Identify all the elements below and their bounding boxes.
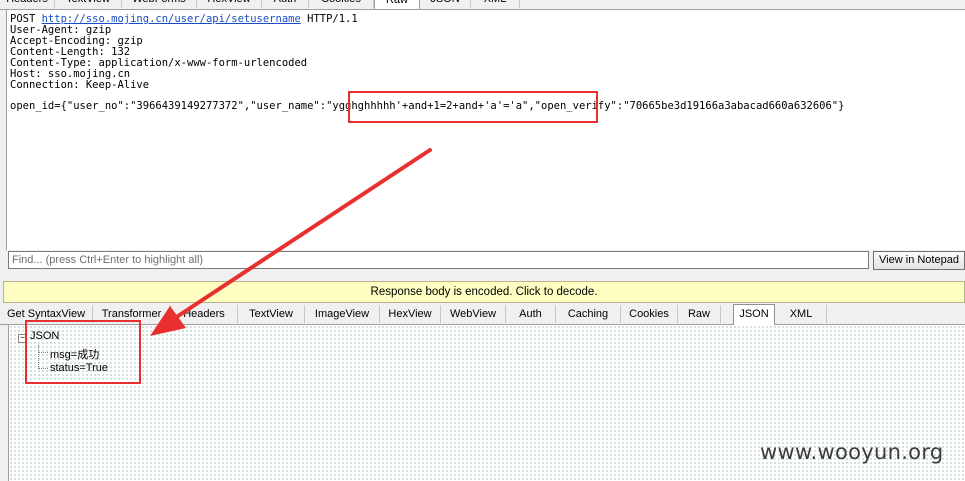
decode-banner[interactable]: Response body is encoded. Click to decod… bbox=[3, 281, 965, 303]
response-highlight-box bbox=[25, 320, 141, 384]
request-header-line: Connection: Keep-Alive bbox=[10, 79, 150, 91]
response-tab-webview[interactable]: WebView bbox=[441, 305, 506, 323]
response-tab-hexview[interactable]: HexView bbox=[380, 305, 441, 323]
injection-highlight-box bbox=[348, 91, 598, 123]
response-tab-caching[interactable]: Caching bbox=[556, 305, 621, 323]
request-protocol: HTTP/1.1 bbox=[300, 13, 358, 25]
request-tab-raw[interactable]: Raw bbox=[374, 0, 420, 9]
request-tab-auth[interactable]: Auth bbox=[262, 0, 309, 8]
response-tab-strip: Get SyntaxView Transformer Headers TextV… bbox=[0, 303, 965, 326]
response-tab-json[interactable]: JSON bbox=[733, 304, 775, 326]
request-tab-textview[interactable]: TextView bbox=[55, 0, 122, 8]
request-tab-webforms[interactable]: WebForms bbox=[122, 0, 197, 8]
response-tab-cookies[interactable]: Cookies bbox=[621, 305, 678, 323]
request-tab-hexview[interactable]: HexView bbox=[197, 0, 262, 8]
response-tab-raw[interactable]: Raw bbox=[678, 305, 721, 323]
response-tab-auth[interactable]: Auth bbox=[506, 305, 556, 323]
response-tab-imageview[interactable]: ImageView bbox=[305, 305, 380, 323]
response-tab-xml[interactable]: XML bbox=[776, 305, 827, 323]
request-tab-json[interactable]: JSON bbox=[420, 0, 471, 8]
find-input[interactable]: Find... (press Ctrl+Enter to highlight a… bbox=[8, 251, 869, 269]
request-tab-headers[interactable]: Headers bbox=[0, 0, 55, 8]
response-tab-headers[interactable]: Headers bbox=[171, 305, 238, 323]
view-in-notepad-button[interactable]: View in Notepad bbox=[873, 251, 965, 270]
request-raw-view[interactable]: POST http://sso.mojing.cn/user/api/setus… bbox=[6, 10, 965, 250]
response-tab-textview[interactable]: TextView bbox=[238, 305, 305, 323]
request-tab-strip: Headers TextView WebForms HexView Auth C… bbox=[0, 0, 965, 10]
request-tab-xml[interactable]: XML bbox=[471, 0, 520, 8]
request-tab-cookies[interactable]: Cookies bbox=[309, 0, 374, 8]
watermark: www.wooyun.org bbox=[760, 440, 944, 464]
